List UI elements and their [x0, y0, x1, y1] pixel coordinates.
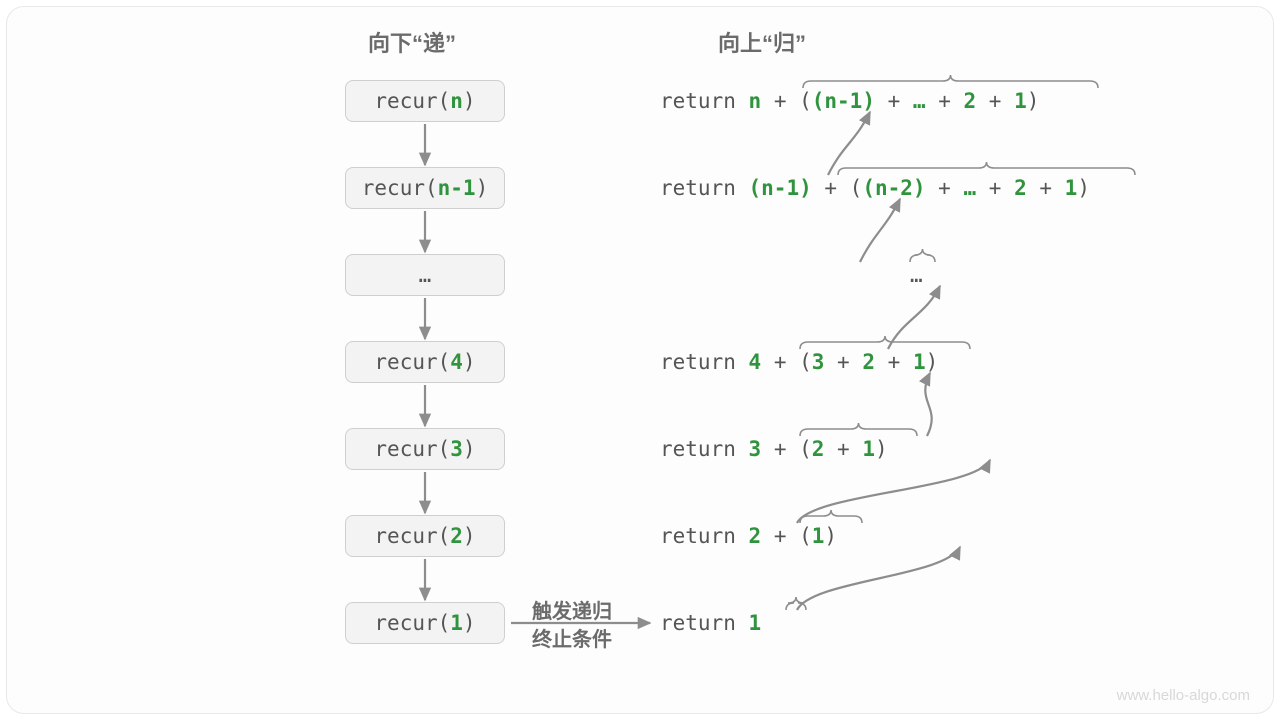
ret-part: …	[963, 176, 976, 200]
call-arg: 4	[450, 350, 463, 374]
call-arg: n-1	[438, 176, 476, 200]
ret-part: +	[976, 89, 1014, 113]
ret-part: n	[749, 89, 762, 113]
call-box-0: recur(n)	[345, 80, 505, 122]
ret-part: (n-1)	[812, 89, 875, 113]
return-row-6: return 1	[660, 611, 761, 635]
call-prefix: recur(	[374, 611, 450, 635]
ret-part: 4	[749, 350, 762, 374]
call-arg: 2	[450, 524, 463, 548]
ret-part: )	[824, 524, 837, 548]
ret-part: (n-2)	[862, 176, 925, 200]
call-arg: 1	[450, 611, 463, 635]
ret-part: 2	[749, 524, 762, 548]
heading-up: 向上“归”	[718, 26, 806, 58]
ret-part: 1	[862, 437, 875, 461]
ret-part: 2	[1014, 176, 1027, 200]
call-prefix: recur(	[362, 176, 438, 200]
ret-part: )	[926, 350, 939, 374]
ret-part: 1	[1014, 89, 1027, 113]
ellipsis: …	[419, 263, 432, 287]
ret-part: (n-1)	[749, 176, 812, 200]
call-suffix: )	[463, 611, 476, 635]
call-prefix: recur(	[374, 524, 450, 548]
call-box-5: recur(2)	[345, 515, 505, 557]
ret-part: 3	[812, 350, 825, 374]
call-box-6: recur(1)	[345, 602, 505, 644]
ret-part: 2	[812, 437, 825, 461]
ret-part: …	[910, 263, 923, 287]
ret-part: )	[1077, 176, 1090, 200]
return-keyword: return	[660, 176, 749, 200]
call-suffix: )	[463, 350, 476, 374]
ret-part: + (	[761, 524, 812, 548]
return-keyword: return	[660, 524, 749, 548]
heading-down: 向下“递”	[368, 26, 456, 58]
note-line2: 终止条件	[532, 629, 612, 651]
ret-part: +	[926, 89, 964, 113]
call-arg: 3	[450, 437, 463, 461]
call-suffix: )	[476, 176, 489, 200]
return-keyword: return	[660, 611, 749, 635]
ret-part: 2	[862, 350, 875, 374]
ret-part: 1	[749, 611, 762, 635]
return-row-5: return 2 + (1)	[660, 524, 837, 548]
ret-part: + (	[812, 176, 863, 200]
ret-part: +	[926, 176, 964, 200]
ret-part: + (	[761, 350, 812, 374]
ret-part: 1	[1065, 176, 1078, 200]
ret-part: 3	[749, 437, 762, 461]
call-box-1: recur(n-1)	[345, 167, 505, 209]
return-row-0: return n + ((n-1) + … + 2 + 1)	[660, 89, 1039, 113]
note-line1: 触发递归	[532, 601, 612, 623]
call-prefix: recur(	[374, 437, 450, 461]
call-prefix: recur(	[374, 350, 450, 374]
call-arg: n	[450, 89, 463, 113]
ret-part: 2	[964, 89, 977, 113]
call-prefix: recur(	[374, 89, 450, 113]
call-suffix: )	[463, 437, 476, 461]
return-keyword: return	[660, 350, 749, 374]
ret-part: )	[1027, 89, 1040, 113]
call-suffix: )	[463, 89, 476, 113]
return-row-3: return 4 + (3 + 2 + 1)	[660, 350, 938, 374]
watermark: www.hello-algo.com	[1117, 687, 1250, 704]
ret-part: 1	[913, 350, 926, 374]
ret-part: +	[875, 89, 913, 113]
base-case-note: 触发递归 终止条件	[532, 598, 612, 654]
return-keyword: return	[660, 437, 749, 461]
ret-part: …	[913, 89, 926, 113]
diagram-frame	[6, 6, 1274, 714]
call-box-4: recur(3)	[345, 428, 505, 470]
return-row-2: …	[910, 263, 923, 287]
call-box-3: recur(4)	[345, 341, 505, 383]
ret-part: )	[875, 437, 888, 461]
ret-part: 1	[812, 524, 825, 548]
ret-part: + (	[761, 89, 812, 113]
ret-part: +	[1027, 176, 1065, 200]
return-row-4: return 3 + (2 + 1)	[660, 437, 888, 461]
ret-part: +	[875, 350, 913, 374]
ret-part: + (	[761, 437, 812, 461]
call-box-2: …	[345, 254, 505, 296]
return-row-1: return (n-1) + ((n-2) + … + 2 + 1)	[660, 176, 1090, 200]
ret-part: +	[824, 350, 862, 374]
call-suffix: )	[463, 524, 476, 548]
ret-part: +	[976, 176, 1014, 200]
ret-part: +	[824, 437, 862, 461]
return-keyword: return	[660, 89, 749, 113]
